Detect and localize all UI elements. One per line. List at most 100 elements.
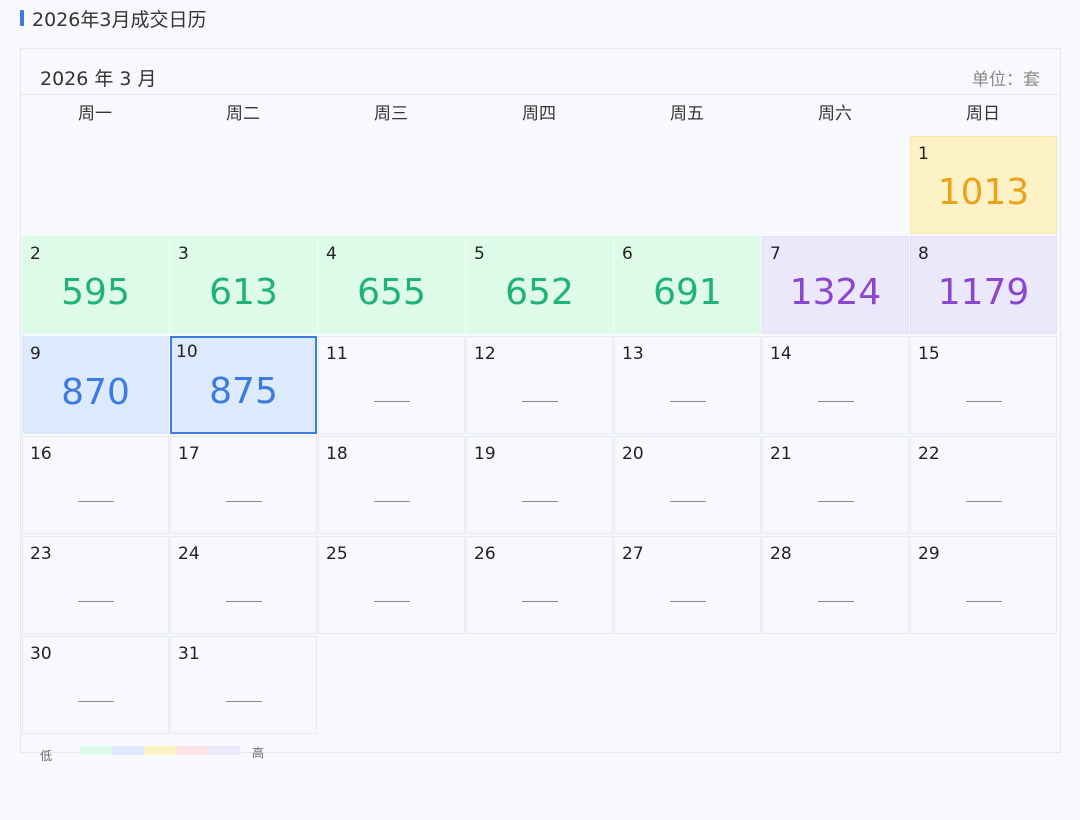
weekday-fri: 周五 bbox=[670, 104, 704, 124]
day-cell-30[interactable]: 30 bbox=[22, 636, 169, 734]
weekday-wed: 周三 bbox=[374, 104, 408, 124]
weekday-thu: 周四 bbox=[522, 104, 556, 124]
day-number: 19 bbox=[474, 444, 496, 464]
day-number: 5 bbox=[474, 244, 485, 264]
no-data-dash-icon bbox=[226, 701, 262, 702]
day-cell-26[interactable]: 26 bbox=[466, 536, 613, 634]
day-cell-9[interactable]: 9 870 bbox=[22, 336, 169, 434]
day-number: 26 bbox=[474, 544, 496, 564]
weekday-mon: 周一 bbox=[78, 104, 112, 124]
day-number: 31 bbox=[178, 644, 200, 664]
no-data-dash-icon bbox=[226, 601, 262, 602]
no-data-dash-icon bbox=[78, 601, 114, 602]
day-value: 875 bbox=[209, 371, 278, 412]
day-cell-15[interactable]: 15 bbox=[910, 336, 1057, 434]
no-data-dash-icon bbox=[966, 401, 1002, 402]
no-data-dash-icon bbox=[966, 601, 1002, 602]
legend-swatch-2 bbox=[112, 746, 144, 755]
no-data-dash-icon bbox=[78, 501, 114, 502]
day-cell-4[interactable]: 4 655 bbox=[318, 236, 465, 334]
day-cell-3[interactable]: 3 613 bbox=[170, 236, 317, 334]
no-data-dash-icon bbox=[818, 501, 854, 502]
day-cell-16[interactable]: 16 bbox=[22, 436, 169, 534]
day-cell-25[interactable]: 25 bbox=[318, 536, 465, 634]
no-data-dash-icon bbox=[818, 401, 854, 402]
day-cell-13[interactable]: 13 bbox=[614, 336, 761, 434]
day-value: 655 bbox=[357, 272, 426, 313]
day-value: 691 bbox=[653, 272, 722, 313]
calendar-header: 2026 年 3 月 单位：套 bbox=[21, 49, 1060, 95]
legend-gradient-bar bbox=[80, 746, 240, 755]
day-cell-17[interactable]: 17 bbox=[170, 436, 317, 534]
day-cell-29[interactable]: 29 bbox=[910, 536, 1057, 634]
weekday-row: 周一 周二 周三 周四 周五 周六 周日 bbox=[21, 95, 1060, 135]
day-number: 12 bbox=[474, 344, 496, 364]
page-title: 2026年3月成交日历 bbox=[32, 8, 207, 31]
legend-swatch-1 bbox=[80, 746, 112, 755]
no-data-dash-icon bbox=[670, 501, 706, 502]
day-number: 9 bbox=[30, 344, 41, 364]
no-data-dash-icon bbox=[374, 401, 410, 402]
calendar-panel: 1 1013 2 595 3 613 4 655 5 652 6 691 7 1324 8 1179 9 870 1… bbox=[20, 48, 1061, 753]
day-cell-5[interactable]: 5 652 bbox=[466, 236, 613, 334]
legend-high-label: 高 bbox=[252, 746, 265, 760]
day-cell-8[interactable]: 8 1179 bbox=[910, 236, 1057, 334]
day-number: 10 bbox=[176, 342, 198, 362]
day-value: 652 bbox=[505, 272, 574, 313]
no-data-dash-icon bbox=[78, 701, 114, 702]
day-cell-11[interactable]: 11 bbox=[318, 336, 465, 434]
no-data-dash-icon bbox=[966, 501, 1002, 502]
day-value: 1324 bbox=[789, 272, 882, 313]
day-number: 28 bbox=[770, 544, 792, 564]
no-data-dash-icon bbox=[226, 501, 262, 502]
day-cell-12[interactable]: 12 bbox=[466, 336, 613, 434]
day-number: 3 bbox=[178, 244, 189, 264]
day-cell-27[interactable]: 27 bbox=[614, 536, 761, 634]
month-label: 2026 年 3 月 bbox=[40, 68, 157, 90]
day-number: 20 bbox=[622, 444, 644, 464]
day-number: 21 bbox=[770, 444, 792, 464]
day-number: 1 bbox=[918, 144, 929, 164]
calendar-grid: 1 1013 2 595 3 613 4 655 5 652 6 691 7 1324 8 1179 9 870 1… bbox=[21, 49, 1060, 752]
day-cell-23[interactable]: 23 bbox=[22, 536, 169, 634]
page-header: 2026年3月成交日历 bbox=[20, 6, 207, 31]
day-cell-6[interactable]: 6 691 bbox=[614, 236, 761, 334]
day-cell-2[interactable]: 2 595 bbox=[22, 236, 169, 334]
day-number: 24 bbox=[178, 544, 200, 564]
day-cell-1[interactable]: 1 1013 bbox=[910, 136, 1057, 234]
legend-swatch-4 bbox=[176, 746, 208, 755]
weekday-sun: 周日 bbox=[966, 104, 1000, 124]
day-value: 870 bbox=[61, 372, 130, 413]
no-data-dash-icon bbox=[522, 401, 558, 402]
day-value: 1013 bbox=[937, 172, 1030, 213]
day-cell-31[interactable]: 31 bbox=[170, 636, 317, 734]
no-data-dash-icon bbox=[374, 501, 410, 502]
day-number: 8 bbox=[918, 244, 929, 264]
day-number: 14 bbox=[770, 344, 792, 364]
title-accent-bar bbox=[20, 10, 24, 26]
day-cell-20[interactable]: 20 bbox=[614, 436, 761, 534]
unit-label: 单位：套 bbox=[972, 70, 1040, 90]
day-cell-14[interactable]: 14 bbox=[762, 336, 909, 434]
day-number: 29 bbox=[918, 544, 940, 564]
day-cell-24[interactable]: 24 bbox=[170, 536, 317, 634]
day-number: 2 bbox=[30, 244, 41, 264]
day-number: 6 bbox=[622, 244, 633, 264]
no-data-dash-icon bbox=[818, 601, 854, 602]
day-cell-10[interactable]: 10 875 bbox=[170, 336, 317, 434]
day-value: 595 bbox=[61, 272, 130, 313]
day-number: 17 bbox=[178, 444, 200, 464]
day-cell-7[interactable]: 7 1324 bbox=[762, 236, 909, 334]
day-cell-19[interactable]: 19 bbox=[466, 436, 613, 534]
day-number: 23 bbox=[30, 544, 52, 564]
day-number: 11 bbox=[326, 344, 348, 364]
legend-swatch-5 bbox=[208, 746, 240, 755]
day-cell-28[interactable]: 28 bbox=[762, 536, 909, 634]
day-cell-21[interactable]: 21 bbox=[762, 436, 909, 534]
no-data-dash-icon bbox=[522, 601, 558, 602]
day-cell-18[interactable]: 18 bbox=[318, 436, 465, 534]
day-cell-22[interactable]: 22 bbox=[910, 436, 1057, 534]
no-data-dash-icon bbox=[670, 601, 706, 602]
legend-swatch-3 bbox=[144, 746, 176, 755]
day-number: 27 bbox=[622, 544, 644, 564]
